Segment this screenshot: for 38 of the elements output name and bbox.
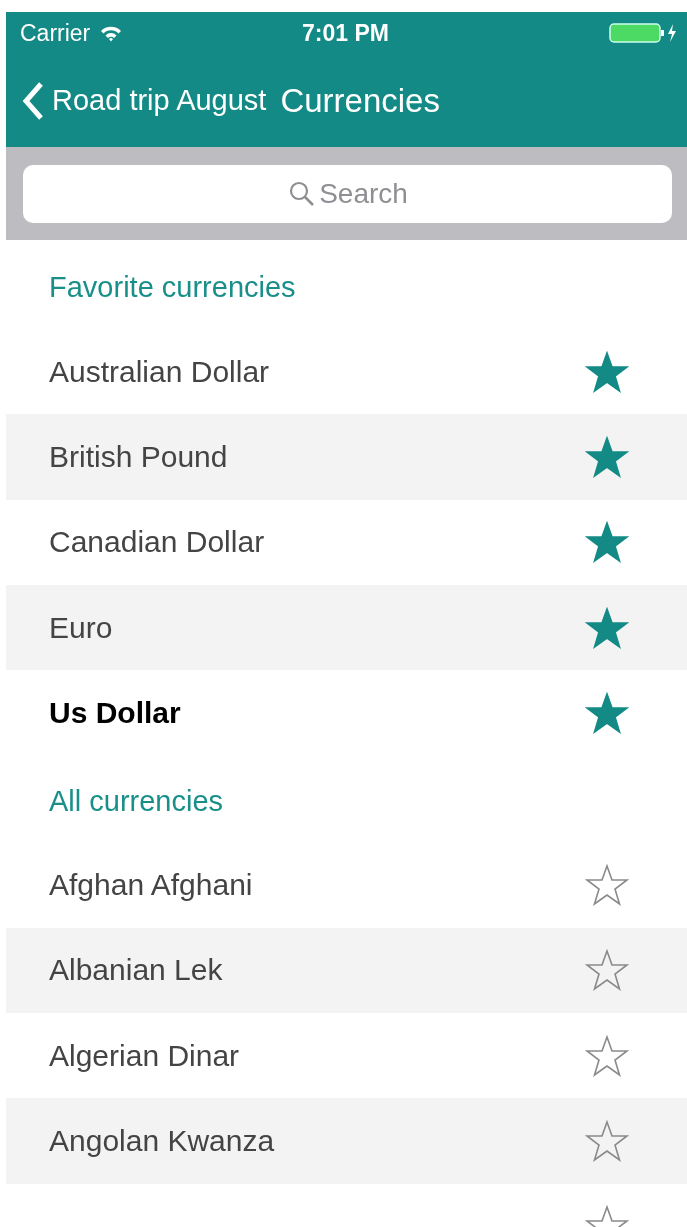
outline-star-icon[interactable] [585, 949, 629, 992]
filled-star-icon[interactable] [585, 350, 629, 393]
currency-name: Canadian Dollar [49, 525, 266, 560]
wifi-icon [100, 24, 123, 42]
chevron-left-icon [22, 80, 44, 121]
section-heading: Favorite currencies [48, 270, 297, 305]
currency-name: Albanian Lek [49, 953, 224, 988]
section-heading: All currencies [48, 784, 225, 820]
currency-name: British Pound [49, 439, 229, 474]
currency-row[interactable]: Afghan Afghani [6, 842, 687, 928]
currency-name: Angolan Kwanza [49, 1124, 276, 1158]
currency-name: Afghan Afghani [49, 868, 254, 903]
status-time: 7:01 PM [302, 19, 389, 47]
currency-row[interactable]: Albanian Lek [6, 927, 687, 1014]
currency-name: Australian Dollar [49, 354, 271, 389]
filled-star-icon[interactable] [585, 521, 629, 564]
battery-icon [609, 22, 679, 44]
search-field[interactable]: Search [23, 164, 672, 223]
currency-name: Euro [49, 610, 114, 645]
search-icon [289, 180, 315, 207]
outline-star-icon[interactable] [585, 1034, 629, 1077]
currency-row[interactable]: Algerian Dinar [6, 1013, 687, 1099]
outline-star-icon[interactable] [585, 864, 629, 907]
currency-name: Us Dollar [49, 695, 182, 730]
currency-row[interactable]: Us Dollar [6, 670, 687, 756]
filled-star-icon[interactable] [585, 606, 629, 649]
filled-star-icon[interactable] [585, 691, 629, 734]
currency-row[interactable]: Euro [6, 584, 687, 671]
currency-row[interactable]: Angolan Kwanza [6, 1098, 687, 1184]
outline-star-icon[interactable] [585, 1120, 629, 1162]
screen-title: Currencies [280, 81, 440, 120]
carrier-name: Carrier [20, 19, 91, 47]
currency-row[interactable]: British Pound [6, 414, 687, 500]
filled-star-icon[interactable] [585, 435, 629, 478]
currency-row[interactable]: Canadian Dollar [6, 499, 687, 585]
back-button[interactable]: Road trip August [22, 80, 267, 121]
currency-name: Algerian Dinar [49, 1038, 241, 1073]
currency-row[interactable]: Australian Dollar [6, 329, 687, 415]
